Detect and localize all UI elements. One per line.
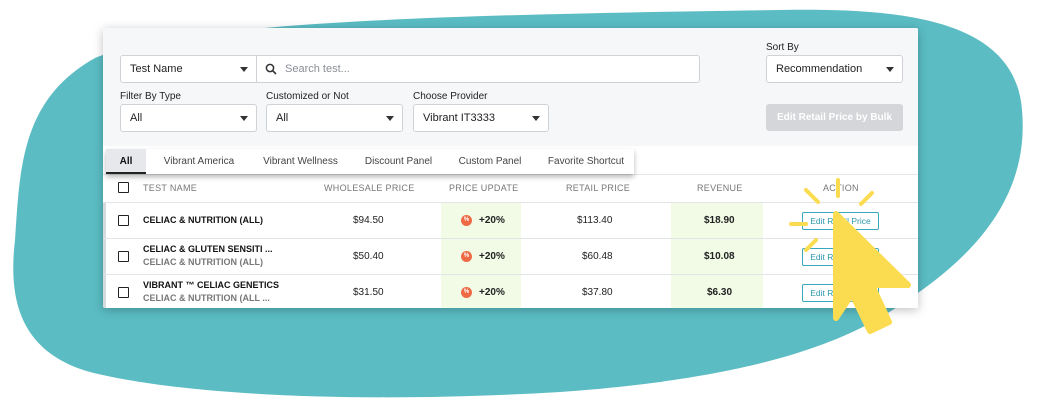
wholesale-price: $50.40 xyxy=(353,251,384,262)
provider-label: Choose Provider xyxy=(413,91,488,102)
edit-retail-price-button[interactable]: Edit Retail Price xyxy=(802,248,879,266)
provider-value: Vibrant IT3333 xyxy=(423,112,495,124)
row-indicator xyxy=(103,275,106,308)
header-wholesale-price: WHOLESALE PRICE xyxy=(324,183,415,193)
retail-price-panel: Test Name Filter By Type All Customized … xyxy=(103,28,918,308)
parent-panel-name: CELIAC & NUTRITION (ALL) xyxy=(143,257,263,267)
percent-icon: % xyxy=(461,287,472,298)
chevron-down-icon xyxy=(386,116,394,121)
test-name-select[interactable]: Test Name xyxy=(120,55,257,83)
tab-vibrant-wellness[interactable]: Vibrant Wellness xyxy=(253,149,348,174)
customized-select[interactable]: All xyxy=(266,104,403,132)
tab-strip: All Vibrant America Vibrant Wellness Dis… xyxy=(103,146,918,175)
chevron-down-icon xyxy=(532,116,540,121)
customized-label: Customized or Not xyxy=(266,91,349,102)
parent-panel-name: CELIAC & NUTRITION (ALL ... xyxy=(143,293,270,303)
edit-retail-price-button[interactable]: Edit Retail Price xyxy=(802,212,879,230)
search-icon xyxy=(265,63,277,75)
test-name-select-value: Test Name xyxy=(130,63,183,75)
tab-all[interactable]: All xyxy=(106,149,146,174)
row-indicator xyxy=(103,239,106,275)
retail-price: $60.48 xyxy=(582,251,613,262)
sort-by-label: Sort By xyxy=(766,42,799,53)
chevron-down-icon xyxy=(240,116,248,121)
header-test-name: TEST NAME xyxy=(143,183,198,193)
filter-bar: Test Name Filter By Type All Customized … xyxy=(103,28,918,146)
sort-by-value: Recommendation xyxy=(776,63,863,75)
table-row: CELIAC & NUTRITION (ALL) $94.50 % +20% $… xyxy=(103,202,918,239)
test-name: VIBRANT ™ CELIAC GENETICS xyxy=(143,280,280,290)
percent-icon: % xyxy=(461,215,472,226)
edit-retail-price-bulk-button[interactable]: Edit Retail Price by Bulk xyxy=(766,104,903,131)
search-input[interactable] xyxy=(283,62,687,76)
edit-retail-price-button[interactable]: Edit Retail Price xyxy=(802,284,879,302)
header-retail-price: RETAIL PRICE xyxy=(566,183,631,193)
tab-vibrant-america[interactable]: Vibrant America xyxy=(153,149,245,174)
tab-favorite-shortcut[interactable]: Favorite Shortcut xyxy=(541,149,631,174)
header-price-update: PRICE UPDATE xyxy=(449,183,519,193)
retail-price: $37.80 xyxy=(582,287,613,298)
tab-discount-panel[interactable]: Discount Panel xyxy=(356,149,441,174)
sort-by-select[interactable]: Recommendation xyxy=(766,55,903,83)
table-row: VIBRANT ™ CELIAC GENETICS CELIAC & NUTRI… xyxy=(103,274,918,308)
row-checkbox[interactable] xyxy=(118,251,129,262)
tab-bar: All Vibrant America Vibrant Wellness Dis… xyxy=(106,149,634,174)
retail-price: $113.40 xyxy=(577,215,613,226)
revenue: $18.90 xyxy=(704,215,735,226)
wholesale-price: $31.50 xyxy=(353,287,384,298)
chevron-down-icon xyxy=(886,67,894,72)
price-update: +20% xyxy=(479,215,505,226)
customized-value: All xyxy=(276,112,289,124)
wholesale-price: $94.50 xyxy=(353,215,384,226)
filter-by-type-select[interactable]: All xyxy=(120,104,257,132)
search-field[interactable] xyxy=(256,55,700,83)
price-update: +20% xyxy=(479,287,505,298)
header-action: ACTION xyxy=(823,183,859,193)
test-name: CELIAC & GLUTEN SENSITI ... xyxy=(143,244,273,254)
row-checkbox[interactable] xyxy=(118,287,129,298)
table-row: CELIAC & GLUTEN SENSITI ... CELIAC & NUT… xyxy=(103,238,918,275)
revenue: $6.30 xyxy=(707,287,733,298)
percent-icon: % xyxy=(461,251,472,262)
table-header: TEST NAME WHOLESALE PRICE PRICE UPDATE R… xyxy=(103,174,918,202)
row-indicator xyxy=(103,203,106,239)
filter-by-type-label: Filter By Type xyxy=(120,91,181,102)
filter-by-type-value: All xyxy=(130,112,143,124)
provider-select[interactable]: Vibrant IT3333 xyxy=(413,104,549,132)
price-update: +20% xyxy=(479,251,505,262)
header-revenue: REVENUE xyxy=(697,183,743,193)
row-checkbox[interactable] xyxy=(118,215,129,226)
tab-custom-panel[interactable]: Custom Panel xyxy=(450,149,530,174)
select-all-checkbox[interactable] xyxy=(118,182,129,193)
test-name: CELIAC & NUTRITION (ALL) xyxy=(143,215,263,225)
revenue: $10.08 xyxy=(704,251,735,262)
chevron-down-icon xyxy=(240,67,248,72)
